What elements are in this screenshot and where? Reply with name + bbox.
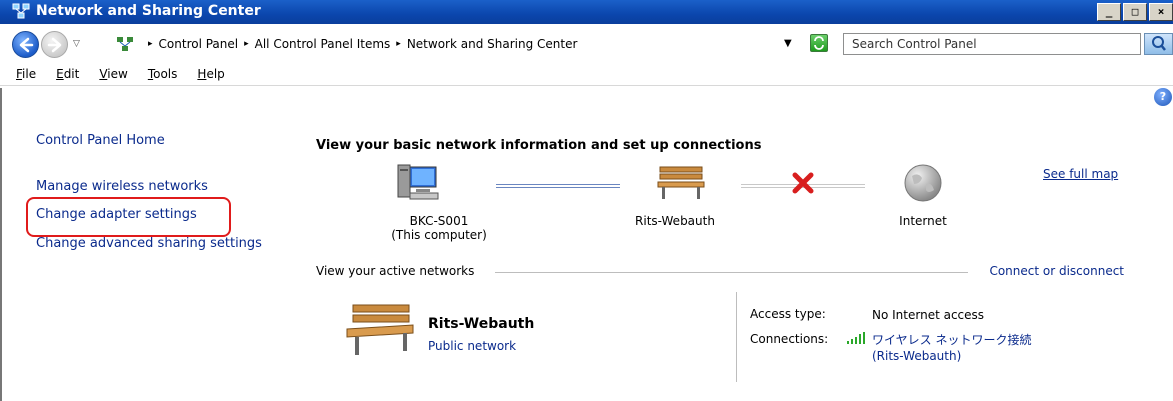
computer-node-label: BKC-S001 (This computer) bbox=[384, 214, 494, 242]
network-type-link[interactable]: Public network bbox=[428, 339, 516, 353]
menu-bar: File Edit View Tools Help bbox=[0, 62, 1173, 86]
computer-subtitle: (This computer) bbox=[391, 228, 487, 242]
internet-globe-icon bbox=[904, 164, 942, 202]
wireless-connection-link[interactable]: ワイヤレス ネットワーク接続 bbox=[872, 331, 1031, 348]
breadcrumb-network-sharing-center[interactable]: Network and Sharing Center bbox=[407, 37, 578, 51]
window-controls: _ □ × bbox=[1097, 3, 1173, 21]
maximize-button[interactable]: □ bbox=[1123, 3, 1147, 21]
active-networks-header: View your active networks Connect or dis… bbox=[316, 264, 1124, 282]
computer-name: BKC-S001 bbox=[409, 214, 469, 228]
address-row: ▽ ▸ Control Panel ▸ All Control Panel It… bbox=[0, 30, 1173, 58]
search-input[interactable]: Search Control Panel bbox=[843, 33, 1141, 55]
highlight-annotation bbox=[26, 197, 231, 237]
computer-icon bbox=[397, 164, 439, 200]
menu-file-rest: ile bbox=[22, 66, 37, 81]
recent-pages-dropdown[interactable]: ▽ bbox=[73, 39, 80, 49]
access-type-value: No Internet access bbox=[872, 308, 985, 322]
breadcrumb[interactable]: ▸ Control Panel ▸ All Control Panel Item… bbox=[88, 31, 828, 57]
access-type-label: Access type: bbox=[750, 307, 826, 321]
no-connection-x-icon bbox=[792, 172, 814, 194]
change-advanced-sharing-settings-link[interactable]: Change advanced sharing settings bbox=[36, 236, 262, 251]
menu-edit[interactable]: Edit bbox=[56, 67, 79, 81]
help-icon[interactable]: ? bbox=[1154, 88, 1172, 106]
wireless-connection-ssid[interactable]: (Rits-Webauth) bbox=[872, 349, 961, 363]
close-button[interactable]: × bbox=[1149, 3, 1173, 21]
wireless-signal-icon bbox=[847, 332, 865, 344]
connection-line-computer-network bbox=[496, 184, 620, 188]
page-heading: View your basic network information and … bbox=[316, 138, 762, 153]
breadcrumb-control-panel[interactable]: Control Panel bbox=[159, 37, 239, 51]
forward-button[interactable] bbox=[41, 31, 68, 58]
forward-arrow-icon bbox=[47, 37, 62, 53]
menu-tools-rest: ools bbox=[153, 66, 178, 81]
menu-help[interactable]: Help bbox=[197, 67, 224, 81]
breadcrumb-separator[interactable]: ▸ bbox=[148, 39, 153, 49]
menu-tools[interactable]: Tools bbox=[148, 67, 178, 81]
control-panel-home-link[interactable]: Control Panel Home bbox=[36, 133, 165, 148]
network-node-label: Rits-Webauth bbox=[635, 214, 715, 228]
manage-wireless-networks-link[interactable]: Manage wireless networks bbox=[36, 179, 208, 194]
window-border bbox=[0, 88, 2, 401]
menu-view[interactable]: View bbox=[99, 67, 127, 81]
control-panel-icon bbox=[117, 37, 133, 51]
see-full-map-link[interactable]: See full map bbox=[1043, 167, 1118, 181]
active-network-name: Rits-Webauth bbox=[428, 316, 535, 332]
menu-edit-accesskey: E bbox=[56, 66, 64, 81]
internet-node-label: Internet bbox=[899, 214, 947, 228]
back-arrow-icon bbox=[19, 37, 34, 53]
public-network-bench-icon bbox=[346, 304, 414, 355]
title-bar[interactable]: Network and Sharing Center _ □ × bbox=[0, 0, 1173, 24]
menu-edit-rest: dit bbox=[63, 66, 80, 81]
connect-or-disconnect-link[interactable]: Connect or disconnect bbox=[989, 264, 1124, 278]
active-networks-label: View your active networks bbox=[316, 264, 475, 278]
menu-help-rest: elp bbox=[206, 66, 225, 81]
bench-network-icon bbox=[657, 166, 705, 199]
window-title: Network and Sharing Center bbox=[36, 3, 261, 19]
network-center-icon bbox=[12, 3, 30, 19]
breadcrumb-separator[interactable]: ▸ bbox=[396, 39, 401, 49]
refresh-button[interactable] bbox=[810, 34, 828, 52]
menu-file[interactable]: File bbox=[16, 67, 36, 81]
refresh-icon bbox=[814, 36, 824, 50]
breadcrumb-all-items[interactable]: All Control Panel Items bbox=[255, 37, 391, 51]
task-sidebar: Control Panel Home Manage wireless netwo… bbox=[0, 88, 290, 401]
search-button[interactable] bbox=[1144, 33, 1173, 55]
vertical-divider bbox=[736, 292, 737, 382]
minimize-button[interactable]: _ bbox=[1097, 3, 1121, 21]
search-icon bbox=[1152, 36, 1166, 51]
connections-label: Connections: bbox=[750, 332, 829, 346]
back-button[interactable] bbox=[12, 31, 39, 58]
breadcrumb-separator[interactable]: ▸ bbox=[244, 39, 249, 49]
address-dropdown-icon[interactable]: ▼ bbox=[784, 38, 792, 49]
menu-view-rest: iew bbox=[107, 66, 128, 81]
network-sharing-center-window: Network and Sharing Center _ □ × ▽ ▸ Con… bbox=[0, 0, 1173, 401]
section-divider bbox=[495, 272, 968, 273]
